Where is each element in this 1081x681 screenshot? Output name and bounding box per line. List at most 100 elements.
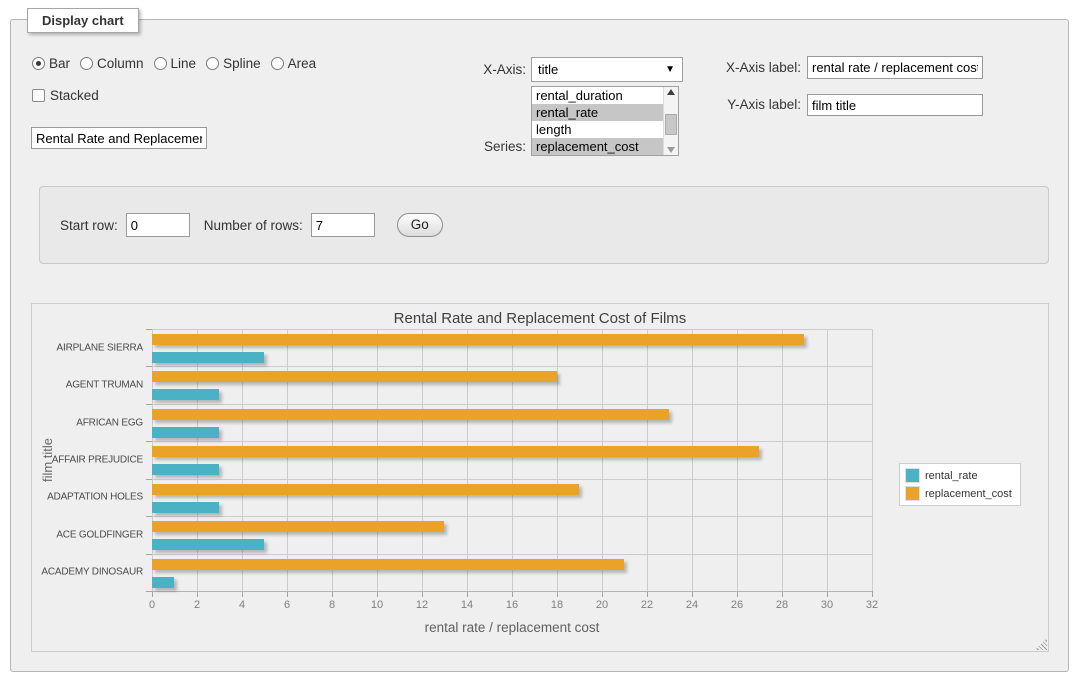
x-axis-label-input[interactable] [807,56,983,79]
category-label: AFRICAN EGG [76,417,143,428]
series-option[interactable]: rental_duration [532,87,663,104]
chart-type-radio-area[interactable]: Area [271,56,317,71]
bar-rental_rate [152,389,219,400]
radio-icon[interactable] [32,57,45,70]
x-tick-label: 20 [596,599,608,611]
gridline [287,329,288,591]
x-tick-label: 16 [506,599,518,611]
display-chart-fieldset: BarColumnLineSplineArea Stacked X-Axis: … [10,19,1069,672]
x-axis-selected-value: title [538,62,558,77]
gridline [557,329,558,591]
category-label: AFFAIR PREJUDICE [52,455,143,466]
gridline [197,329,198,591]
bar-replacement_cost [152,446,759,457]
num-rows-input[interactable] [311,213,375,237]
x-tick-label: 8 [329,599,335,611]
gridline [782,329,783,591]
chart-type-radio-column[interactable]: Column [80,56,144,71]
bar-rental_rate [152,502,219,513]
chart-type-radio-line[interactable]: Line [154,56,197,71]
x-tick-mark [872,591,873,597]
y-tick-mark [146,554,152,555]
legend-item: replacement_cost [906,487,1012,500]
x-tick-label: 0 [149,599,155,611]
gridline [377,329,378,591]
stacked-label: Stacked [50,88,99,103]
chart-type-radio-bar[interactable]: Bar [32,56,70,71]
y-tick-mark [146,479,152,480]
x-tick-label: 6 [284,599,290,611]
scroll-down-icon[interactable] [667,147,675,153]
chart-type-radio-spline[interactable]: Spline [206,56,261,71]
scrollbar-thumb[interactable] [665,114,677,135]
gridline [152,441,872,442]
legend-label: rental_rate [925,470,978,482]
num-rows-label: Number of rows: [204,218,303,233]
series-select-label: Series: [391,139,526,154]
chart-type-radio-label: Area [288,56,317,71]
chart-type-radio-label: Bar [49,56,70,71]
bar-rental_rate [152,577,174,588]
bar-rental_rate [152,352,264,363]
chart-type-radio-label: Spline [223,56,261,71]
resize-handle-icon[interactable] [1035,638,1047,650]
y-axis-label-input[interactable] [807,94,983,116]
radio-icon[interactable] [271,57,284,70]
chart-type-radios: Bar Column Line Spline Area [32,56,316,71]
bar-replacement_cost [152,559,624,570]
gridline [692,329,693,591]
go-button[interactable]: Go [397,213,443,237]
gridline [242,329,243,591]
chart-x-axis-label: rental rate / replacement cost [152,620,872,635]
stacked-checkbox-row[interactable]: Stacked [32,88,99,103]
gridline [152,516,872,517]
x-tick-label: 32 [866,599,878,611]
legend-item: rental_rate [906,469,1012,482]
series-option[interactable]: length [532,121,663,138]
fieldset-legend: Display chart [27,8,139,33]
rows-panel: Start row: Number of rows: Go [39,186,1049,264]
bar-replacement_cost [152,484,579,495]
bar-replacement_cost [152,371,557,382]
x-axis-label-label: X-Axis label: [656,60,801,75]
bar-rental_rate [152,464,219,475]
legend-swatch [906,469,919,482]
gridline [872,329,873,591]
radio-icon[interactable] [206,57,219,70]
category-label: AGENT TRUMAN [66,380,143,391]
x-tick-label: 4 [239,599,245,611]
y-tick-mark [146,404,152,405]
legend-label: replacement_cost [925,488,1012,500]
y-tick-mark [146,366,152,367]
gridline [152,404,872,405]
scroll-up-icon[interactable] [667,89,675,95]
x-tick-label: 12 [416,599,428,611]
series-option[interactable]: replacement_cost [532,138,663,155]
bar-rental_rate [152,427,219,438]
x-tick-label: 10 [371,599,383,611]
stacked-checkbox[interactable] [32,89,45,102]
bar-rental_rate [152,539,264,550]
gridline [152,329,872,330]
x-axis-select-label: X-Axis: [391,62,526,77]
x-tick-label: 18 [551,599,563,611]
series-option[interactable]: rental_rate [532,104,663,121]
bar-replacement_cost [152,409,669,420]
gridline [152,479,872,480]
y-tick-mark [146,329,152,330]
gridline [602,329,603,591]
chart-legend: rental_rate replacement_cost [899,463,1021,506]
category-label: ACE GOLDFINGER [56,529,143,540]
plot-area: 02468101214161820222426283032AIRPLANE SI… [152,329,872,591]
chart-title-input[interactable] [31,127,207,149]
gridline [422,329,423,591]
start-row-input[interactable] [126,213,190,237]
x-tick-label: 28 [776,599,788,611]
gridline [827,329,828,591]
radio-icon[interactable] [154,57,167,70]
bar-replacement_cost [152,521,444,532]
gridline [467,329,468,591]
gridline [152,554,872,555]
radio-icon[interactable] [80,57,93,70]
chart-type-radio-label: Column [97,56,144,71]
